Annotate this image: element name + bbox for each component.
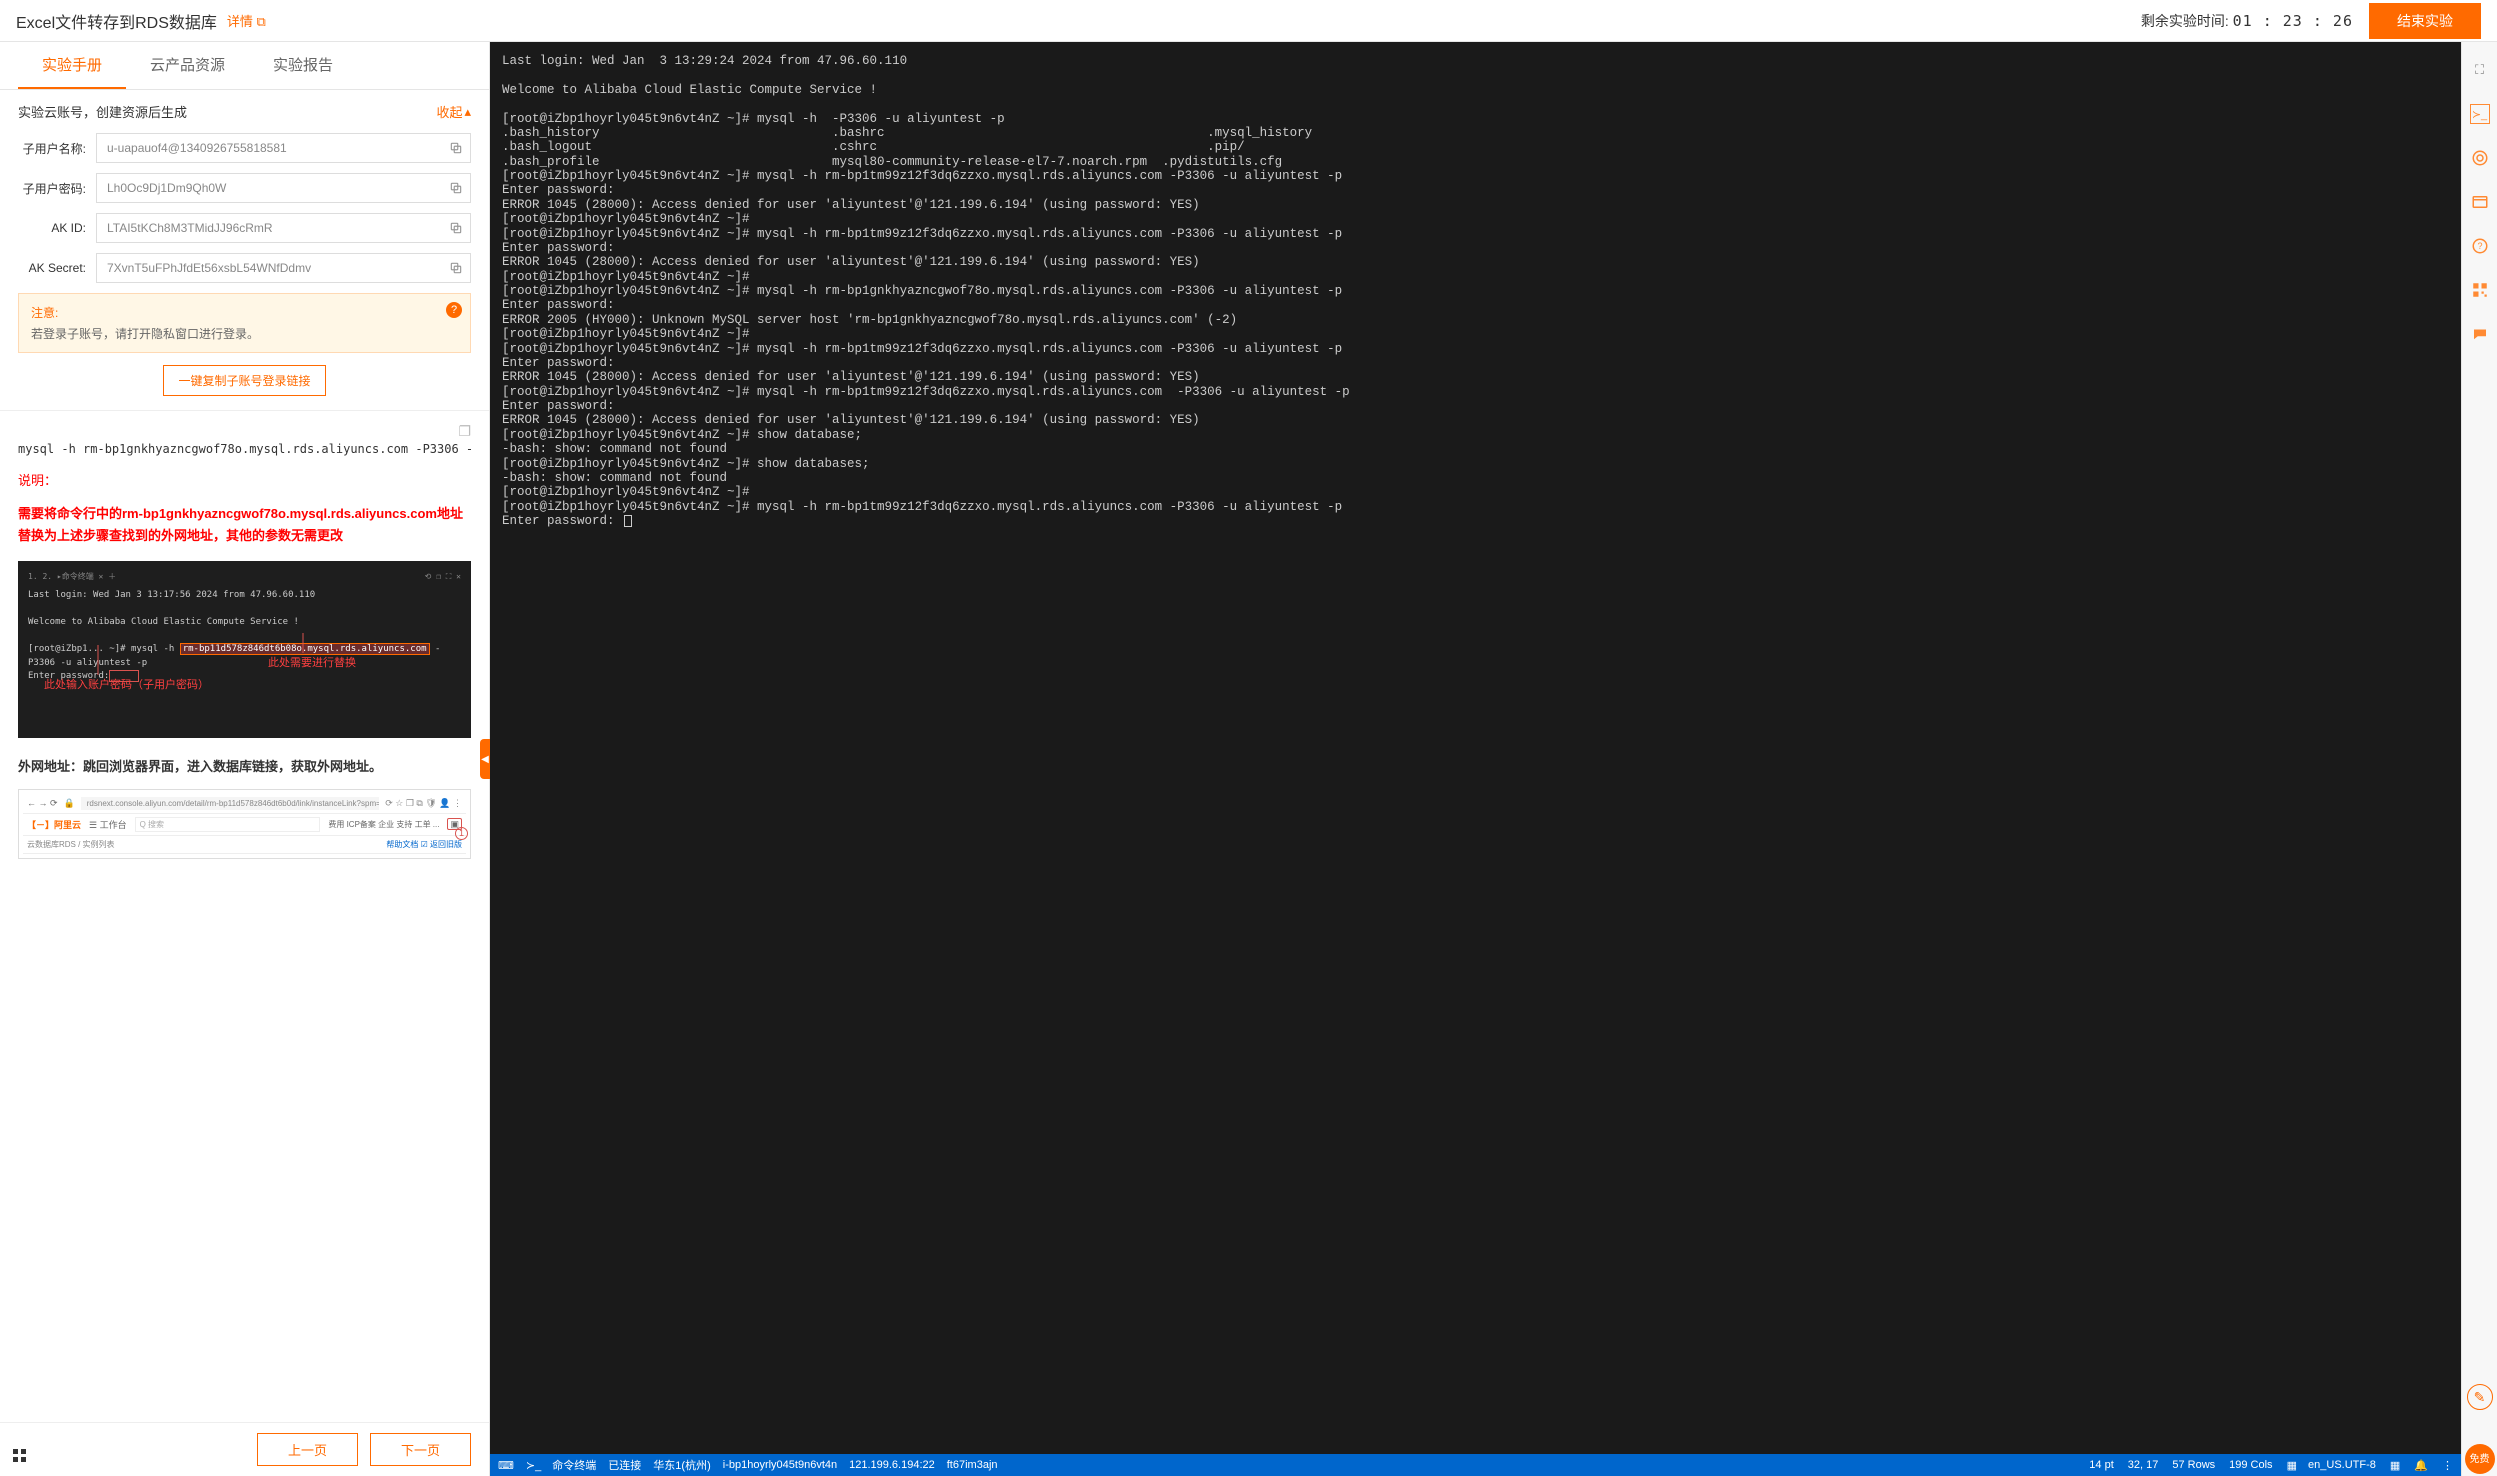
annotation-password: 此处输入账户密码（子用户密码） xyxy=(44,677,209,694)
nav-footer: 上一页 下一页 xyxy=(0,1422,489,1476)
terminal-icon: ≻_ xyxy=(526,1459,541,1472)
region: 华东1(杭州) xyxy=(653,1457,710,1473)
cred-label: 子用户密码: xyxy=(18,180,86,197)
bell-icon[interactable]: 🔔 xyxy=(2414,1459,2428,1472)
detail-link[interactable]: 详情 ⧉ xyxy=(227,11,266,30)
help-rail-icon[interactable]: ? xyxy=(2470,236,2490,256)
panel-collapse-handle[interactable]: ◀ xyxy=(480,739,490,779)
browser-rail-icon[interactable] xyxy=(2470,148,2490,168)
copy-icon[interactable] xyxy=(449,261,463,275)
alert-box: ? 注意: 若登录子账号，请打开隐私窗口进行登录。 xyxy=(18,293,471,353)
annotation-replace: 此处需要进行替换 xyxy=(268,655,356,672)
end-experiment-button[interactable]: 结束实验 xyxy=(2369,3,2481,39)
terminal-rail-icon[interactable]: ≻_ xyxy=(2470,104,2490,124)
tab-report[interactable]: 实验报告 xyxy=(249,42,357,89)
cred-label: 子用户名称: xyxy=(18,140,86,157)
manual-content[interactable]: ❐ mysql -h rm-bp1gnkhyazncgwof78o.mysql.… xyxy=(0,411,489,1476)
free-badge[interactable]: 免费 xyxy=(2465,1444,2495,1474)
mock-terminal-screenshot: 1. 2. ▸命令终端 ✕ ＋⟲ ❐ ⛶ ✕ Last login: Wed J… xyxy=(18,561,471,738)
window-rail-icon[interactable] xyxy=(2470,192,2490,212)
qr-rail-icon[interactable] xyxy=(2470,280,2490,300)
encoding-icon: ▦ xyxy=(2287,1459,2297,1472)
header-bar: Excel文件转存到RDS数据库 详情 ⧉ 剩余实验时间: 01 : 23 : … xyxy=(0,0,2497,42)
cred-label: AK Secret: xyxy=(18,261,86,275)
chat-icon[interactable]: ✎ xyxy=(2467,1384,2493,1410)
prev-page-button[interactable]: 上一页 xyxy=(257,1433,358,1466)
code-line: mysql -h rm-bp1gnkhyazncgwof78o.mysql.rd… xyxy=(18,442,471,456)
grid-toggle-icon[interactable] xyxy=(12,1448,28,1464)
font-size[interactable]: 14 pt xyxy=(2089,1459,2113,1471)
copy-icon[interactable] xyxy=(449,181,463,195)
tab-manual[interactable]: 实验手册 xyxy=(18,42,126,89)
conn-status: 已连接 xyxy=(608,1457,641,1473)
cols: 199 Cols xyxy=(2229,1459,2272,1471)
svg-text:?: ? xyxy=(2477,241,2482,251)
cred-section-title: 实验云账号，创建资源后生成 xyxy=(18,102,187,121)
keyboard-icon[interactable]: ⌨ xyxy=(498,1459,514,1472)
page-title: Excel文件转存到RDS数据库 xyxy=(16,9,217,33)
menu-icon[interactable]: ⋮ xyxy=(2442,1459,2453,1472)
ak-secret-field[interactable] xyxy=(96,253,471,283)
sub-password-field[interactable] xyxy=(96,173,471,203)
tool-rail: ⛶ ≻_ ? ✎ 免费 xyxy=(2461,42,2497,1476)
collapse-toggle[interactable]: 收起▴ xyxy=(436,102,471,121)
sub-username-field[interactable] xyxy=(96,133,471,163)
ext-addr-heading: 外网地址：跳回浏览器界面，进入数据库链接，获取外网地址。 xyxy=(18,756,471,775)
next-page-button[interactable]: 下一页 xyxy=(370,1433,471,1466)
cred-label: AK ID: xyxy=(18,221,86,235)
layout-icon[interactable]: ▦ xyxy=(2390,1459,2400,1472)
rows: 57 Rows xyxy=(2172,1459,2215,1471)
explain-label: 说明： xyxy=(18,470,471,489)
copy-icon[interactable] xyxy=(449,221,463,235)
explain-text: 需要将命令行中的rm-bp1gnkhyazncgwof78o.mysql.rds… xyxy=(18,503,471,547)
copy-icon[interactable] xyxy=(449,141,463,155)
copy-code-icon[interactable]: ❐ xyxy=(18,423,471,440)
feedback-rail-icon[interactable] xyxy=(2470,324,2490,344)
ak-id-field[interactable] xyxy=(96,213,471,243)
status-bar: ⌨ ≻_ 命令终端 已连接 华东1(杭州) i-bp1hoyrly045t9n6… xyxy=(490,1454,2461,1476)
tabs: 实验手册 云产品资源 实验报告 xyxy=(0,42,489,90)
copy-login-link-button[interactable]: 一键复制子账号登录链接 xyxy=(163,365,325,396)
help-icon[interactable]: ? xyxy=(446,302,462,318)
credentials-section: 实验云账号，创建资源后生成 收起▴ 子用户名称: 子用户密码: AK ID: A… xyxy=(0,90,489,411)
terminal[interactable]: Last login: Wed Jan 3 13:29:24 2024 from… xyxy=(490,42,2461,1454)
instance-id: i-bp1hoyrly045t9n6vt4n xyxy=(723,1459,837,1471)
tab-resources[interactable]: 云产品资源 xyxy=(126,42,249,89)
left-panel: 实验手册 云产品资源 实验报告 实验云账号，创建资源后生成 收起▴ 子用户名称:… xyxy=(0,42,490,1476)
session-id: ft67im3ajn xyxy=(947,1459,998,1471)
chevron-up-icon: ▴ xyxy=(464,104,471,120)
right-panel: ◀ Last login: Wed Jan 3 13:29:24 2024 fr… xyxy=(490,42,2497,1476)
cursor-pos: 32, 17 xyxy=(2128,1459,2159,1471)
mock-browser-screenshot: ← → ⟳🔒 rdsnext.console.aliyun.com/detail… xyxy=(18,789,471,859)
fullscreen-icon[interactable]: ⛶ xyxy=(2470,60,2490,80)
remaining-time: 剩余实验时间: 01 : 23 : 26 xyxy=(2141,11,2353,31)
ip-address: 121.199.6.194:22 xyxy=(849,1459,935,1471)
